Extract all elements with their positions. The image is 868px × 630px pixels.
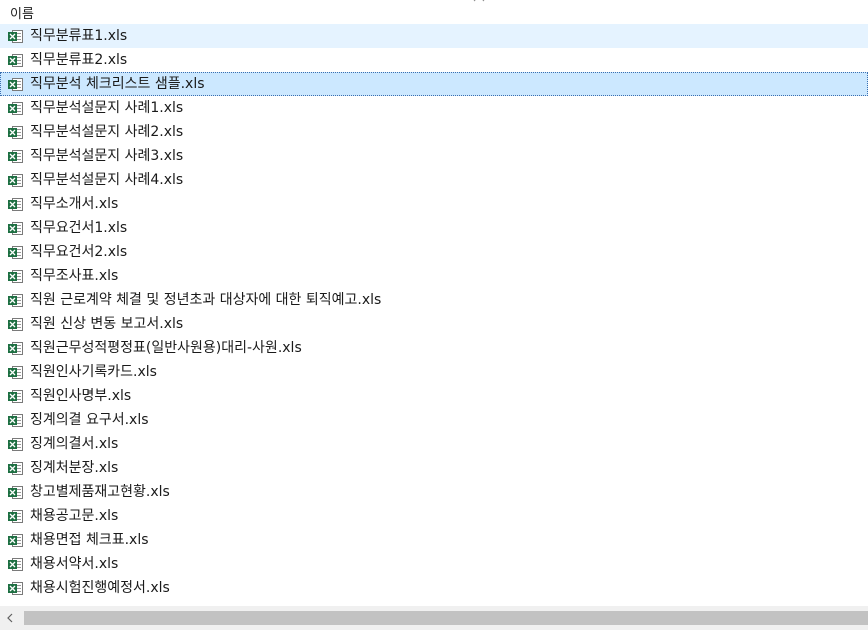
file-name: 직무소개서.xls: [30, 196, 119, 212]
excel-file-icon: [7, 485, 24, 500]
file-row[interactable]: 채용공고문.xls: [0, 504, 868, 528]
excel-file-icon: [7, 53, 24, 68]
file-name: 채용공고문.xls: [30, 508, 119, 524]
excel-file-icon: [7, 29, 24, 44]
file-name: 채용서약서.xls: [30, 556, 119, 572]
file-name: 직원 신상 변동 보고서.xls: [30, 316, 184, 332]
file-row[interactable]: 징계의결 요구서.xls: [0, 408, 868, 432]
scrollbar-thumb[interactable]: [24, 611, 868, 625]
excel-file-icon: [7, 365, 24, 380]
excel-file-icon: [7, 197, 24, 212]
excel-file-icon: [7, 389, 24, 404]
excel-file-icon: [7, 125, 24, 140]
file-name: 직무분석설문지 사례1.xls: [30, 100, 184, 116]
excel-file-icon: [7, 101, 24, 116]
excel-file-icon: [7, 317, 24, 332]
excel-file-icon: [7, 293, 24, 308]
file-row[interactable]: 직무소개서.xls: [0, 192, 868, 216]
file-name: 직무분류표1.xls: [30, 28, 128, 44]
file-name: 징계의결 요구서.xls: [30, 412, 149, 428]
name-column-header[interactable]: 이름: [10, 3, 34, 22]
file-row[interactable]: 채용서약서.xls: [0, 552, 868, 576]
file-name: 직무조사표.xls: [30, 268, 119, 284]
excel-file-icon: [7, 149, 24, 164]
file-row[interactable]: 창고별제품재고현황.xls: [0, 480, 868, 504]
file-row[interactable]: 직무분석설문지 사례1.xls: [0, 96, 868, 120]
excel-file-icon: [7, 77, 24, 92]
file-name: 직무요건서2.xls: [30, 244, 128, 260]
excel-file-icon: [7, 437, 24, 452]
file-list: 직무분류표1.xls 직무분류표2.xls 직무분석 체크리스트 샘플.xls 직무분…: [0, 24, 868, 606]
scroll-left-button[interactable]: [0, 606, 22, 630]
file-name: 직무분석 체크리스트 샘플.xls: [30, 76, 205, 92]
file-row[interactable]: 직무분류표2.xls: [0, 48, 868, 72]
chevron-left-icon: [7, 613, 13, 623]
excel-file-icon: [7, 413, 24, 428]
file-row[interactable]: 징계의결서.xls: [0, 432, 868, 456]
excel-file-icon: [7, 581, 24, 596]
file-row[interactable]: 직무분석설문지 사례2.xls: [0, 120, 868, 144]
file-row[interactable]: 징계처분장.xls: [0, 456, 868, 480]
excel-file-icon: [7, 461, 24, 476]
file-row[interactable]: 직무분석 체크리스트 샘플.xls: [0, 72, 868, 96]
file-name: 징계처분장.xls: [30, 460, 119, 476]
excel-file-icon: [7, 509, 24, 524]
file-row[interactable]: 직무분석설문지 사례3.xls: [0, 144, 868, 168]
file-row[interactable]: 직원인사명부.xls: [0, 384, 868, 408]
file-row[interactable]: 직무분석설문지 사례4.xls: [0, 168, 868, 192]
file-name: 창고별제품재고현황.xls: [30, 484, 170, 500]
file-name: 직무분석설문지 사례2.xls: [30, 124, 184, 140]
file-row[interactable]: 직원인사기록카드.xls: [0, 360, 868, 384]
column-header[interactable]: 이름: [0, 0, 868, 24]
file-row[interactable]: 직원 근로계약 체결 및 정년초과 대상자에 대한 퇴직예고.xls: [0, 288, 868, 312]
excel-file-icon: [7, 269, 24, 284]
file-row[interactable]: 직무요건서2.xls: [0, 240, 868, 264]
file-name: 채용면접 체크표.xls: [30, 532, 149, 548]
file-name: 직원인사명부.xls: [30, 388, 132, 404]
file-row[interactable]: 채용면접 체크표.xls: [0, 528, 868, 552]
file-name: 징계의결서.xls: [30, 436, 119, 452]
file-name: 직무분석설문지 사례4.xls: [30, 172, 184, 188]
file-name: 직원 근로계약 체결 및 정년초과 대상자에 대한 퇴직예고.xls: [30, 292, 382, 308]
excel-file-icon: [7, 245, 24, 260]
horizontal-scrollbar[interactable]: [0, 606, 868, 630]
file-name: 직무분석설문지 사례3.xls: [30, 148, 184, 164]
file-row[interactable]: 채용시험진행예정서.xls: [0, 576, 868, 600]
file-name: 직무분류표2.xls: [30, 52, 128, 68]
file-row[interactable]: 직원근무성적평정표(일반사원용)대리-사원.xls: [0, 336, 868, 360]
excel-file-icon: [7, 221, 24, 236]
sort-up-icon: [473, 0, 485, 2]
file-name: 채용시험진행예정서.xls: [30, 580, 170, 596]
file-row[interactable]: 직원 신상 변동 보고서.xls: [0, 312, 868, 336]
file-name: 직원인사기록카드.xls: [30, 364, 157, 380]
excel-file-icon: [7, 341, 24, 356]
excel-file-icon: [7, 173, 24, 188]
excel-file-icon: [7, 533, 24, 548]
file-row[interactable]: 직무분류표1.xls: [0, 24, 868, 48]
file-row[interactable]: 직무요건서1.xls: [0, 216, 868, 240]
file-row[interactable]: 직무조사표.xls: [0, 264, 868, 288]
excel-file-icon: [7, 557, 24, 572]
file-name: 직무요건서1.xls: [30, 220, 128, 236]
file-name: 직원근무성적평정표(일반사원용)대리-사원.xls: [30, 340, 302, 356]
